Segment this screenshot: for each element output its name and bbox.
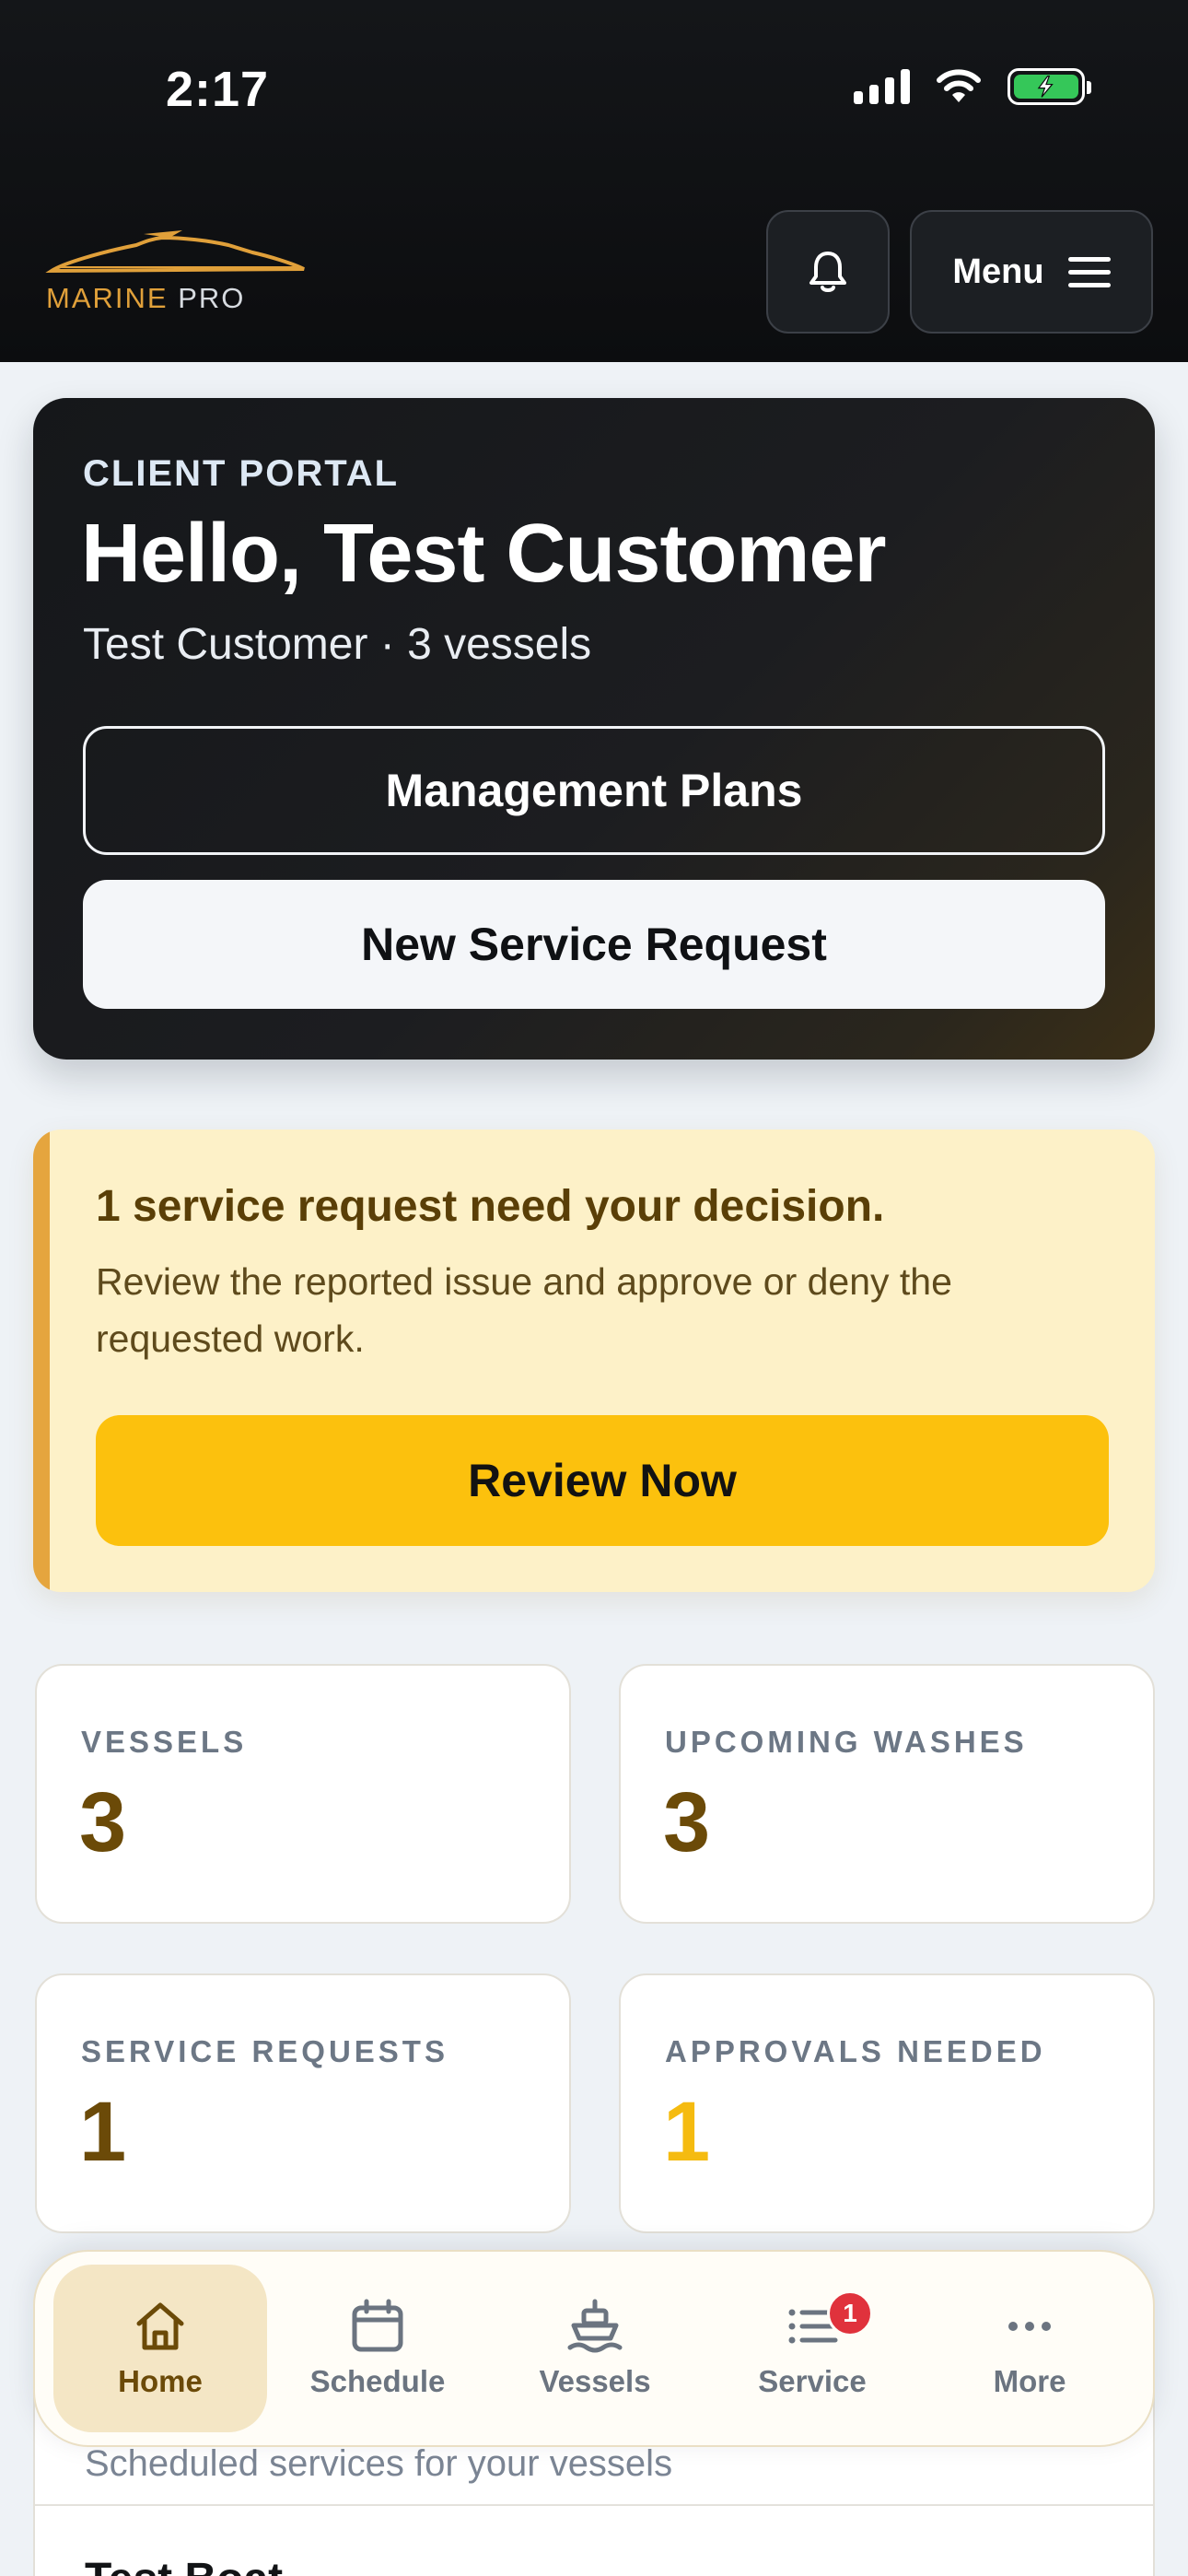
alert-body: Review the reported issue and approve or…: [96, 1260, 952, 1360]
nav-label: Vessels: [539, 2364, 651, 2398]
nav-item-schedule[interactable]: Schedule: [271, 2265, 484, 2432]
divider: [35, 2504, 1153, 2506]
nav-item-more[interactable]: More: [923, 2265, 1136, 2432]
stat-label: APPROVALS NEEDED: [665, 2034, 1046, 2068]
stat-label: UPCOMING WASHES: [665, 1725, 1028, 1759]
stat-card-vessels[interactable]: VESSELS 3: [35, 1664, 571, 1924]
nav-item-service[interactable]: Service 1: [705, 2265, 919, 2432]
review-now-button[interactable]: Review Now: [96, 1415, 1109, 1546]
stat-value: 1: [79, 2085, 127, 2179]
stat-value: 1: [663, 2085, 711, 2179]
menu-label: Menu: [952, 252, 1044, 291]
charging-bolt-icon: [1037, 76, 1054, 98]
status-time: 2:17: [166, 62, 270, 117]
yacht-logo-icon: [45, 230, 305, 274]
stat-label: SERVICE REQUESTS: [81, 2034, 448, 2068]
stat-value: 3: [663, 1775, 711, 1869]
stat-card-service-requests[interactable]: SERVICE REQUESTS 1: [35, 1973, 571, 2233]
service-count-badge: 1: [827, 2290, 873, 2336]
new-service-request-button[interactable]: New Service Request: [83, 880, 1105, 1009]
portal-eyebrow: CLIENT PORTAL: [83, 453, 400, 494]
home-icon: [136, 2302, 184, 2350]
account-summary: Test Customer · 3 vessels: [83, 620, 592, 669]
stat-card-upcoming-washes[interactable]: UPCOMING WASHES 3: [619, 1664, 1155, 1924]
nav-label: Service: [758, 2364, 867, 2398]
nav-item-home[interactable]: Home: [53, 2265, 267, 2432]
marine-pro-logo[interactable]: MARINE PRO: [44, 228, 311, 316]
page-title: Hello, Test Customer: [81, 508, 886, 600]
alert-stripe: [33, 1130, 50, 1592]
bell-icon: [809, 252, 846, 292]
stat-value: 3: [79, 1775, 127, 1869]
cellular-signal-icon: [854, 69, 910, 104]
wifi-icon: [937, 69, 981, 102]
nav-label: More: [993, 2364, 1066, 2398]
logo-wordmark: MARINE PRO: [46, 282, 246, 314]
alert-title: 1 service request need your decision.: [96, 1182, 885, 1231]
status-icons: [854, 68, 1091, 105]
more-icon: [1008, 2322, 1051, 2331]
calendar-icon: [352, 2299, 403, 2352]
app-header: 2:17 MARINE PRO Menu: [0, 0, 1188, 362]
battery-icon: [1007, 68, 1091, 105]
decision-alert: 1 service request need your decision. Re…: [33, 1130, 1155, 1592]
nav-label: Home: [118, 2364, 203, 2398]
menu-button[interactable]: Menu: [910, 210, 1153, 334]
list-item-title[interactable]: Test Boat: [85, 2554, 283, 2576]
hamburger-icon: [1067, 256, 1111, 287]
boat-icon: [567, 2299, 623, 2353]
nav-label: Schedule: [309, 2364, 446, 2398]
management-plans-button[interactable]: Management Plans: [83, 726, 1105, 855]
section-subtitle: Scheduled services for your vessels: [85, 2443, 673, 2484]
stat-card-approvals-needed[interactable]: APPROVALS NEEDED 1: [619, 1973, 1155, 2233]
nav-item-vessels[interactable]: Vessels: [488, 2265, 702, 2432]
stat-label: VESSELS: [81, 1725, 248, 1759]
notifications-button[interactable]: [766, 210, 890, 334]
bottom-navigation: Home Schedule Vessels Service 1 More: [33, 2250, 1155, 2447]
welcome-card: CLIENT PORTAL Hello, Test Customer Test …: [33, 398, 1155, 1060]
